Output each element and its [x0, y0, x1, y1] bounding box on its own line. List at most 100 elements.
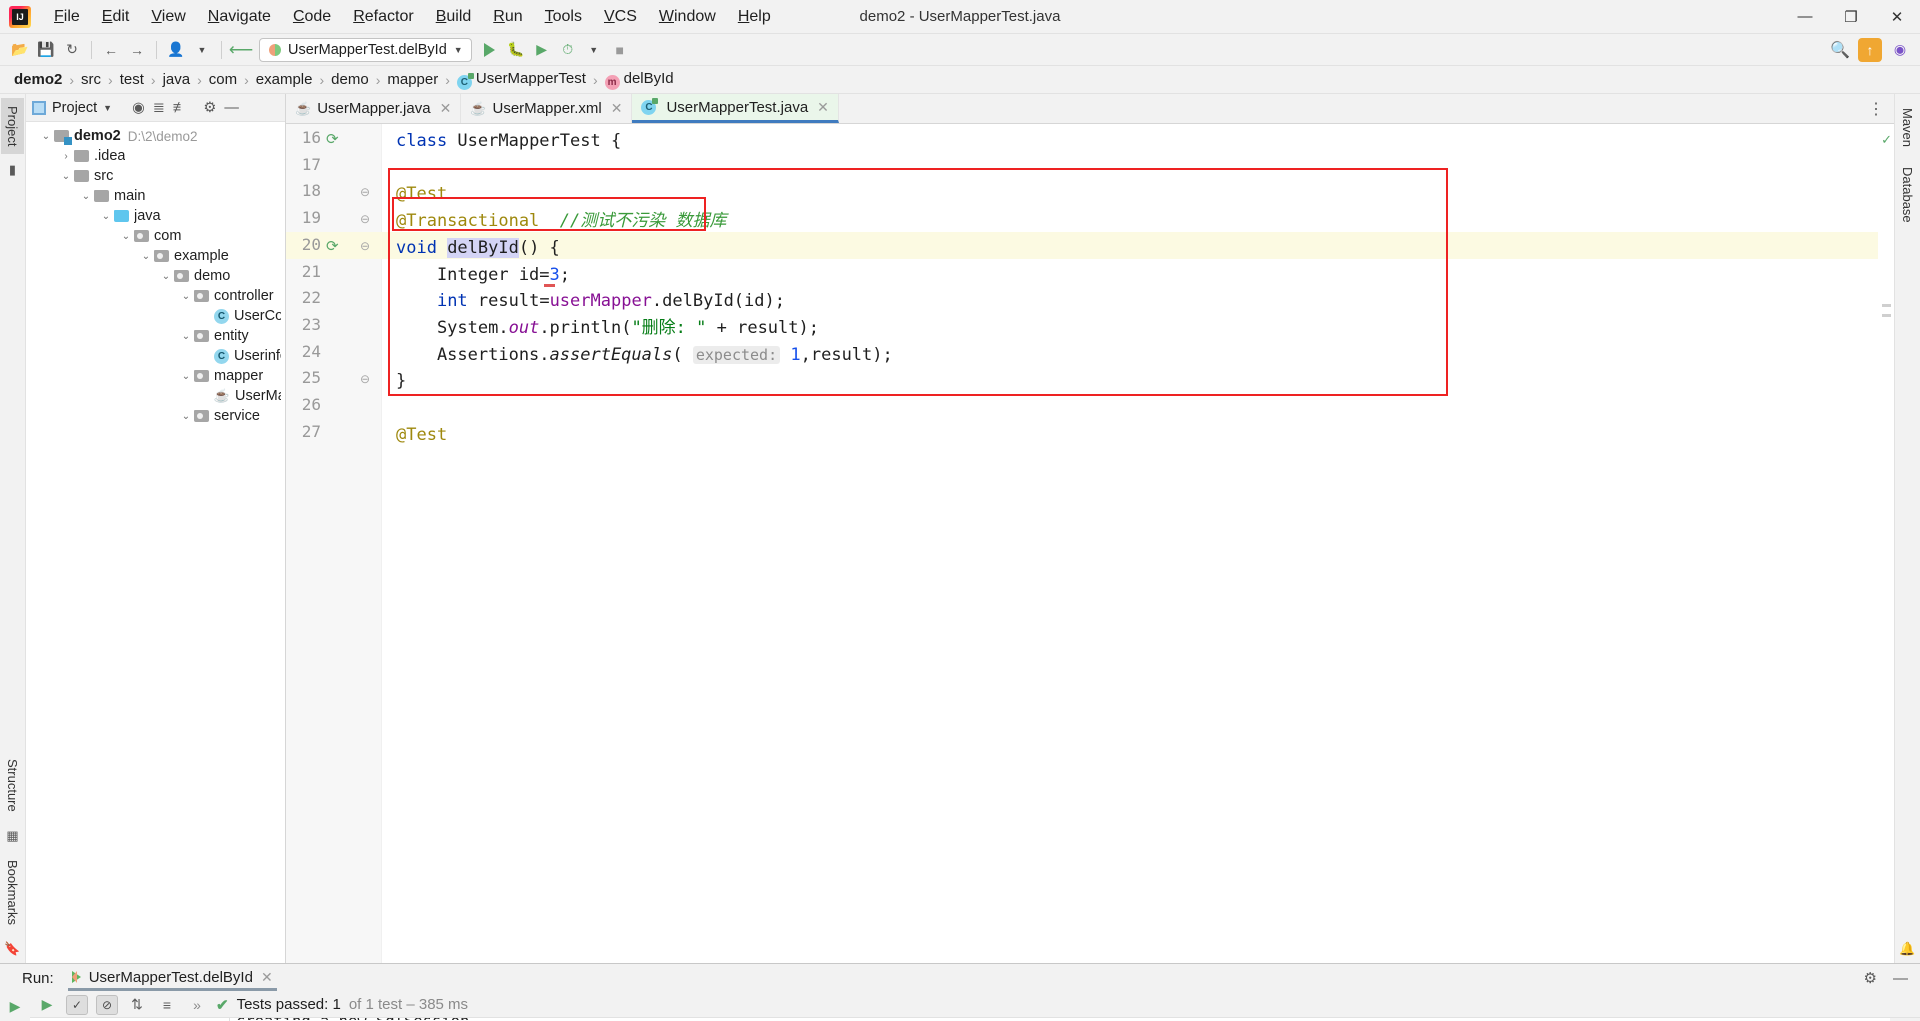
- run-left-toolbar[interactable]: ▶ ↻ ◻ 🔧 ⇲ ☰ 📌: [0, 992, 30, 1021]
- chevron-down-icon[interactable]: ▼: [190, 38, 214, 62]
- breadcrumb-item-demo2[interactable]: demo2: [10, 70, 66, 89]
- menu-edit[interactable]: Edit: [91, 4, 141, 30]
- code-line[interactable]: @Test: [396, 422, 447, 449]
- notifications-icon[interactable]: 🔔: [1899, 935, 1915, 963]
- hide-ignored-icon[interactable]: ⊘: [96, 994, 118, 1015]
- tree-item-com[interactable]: ⌄ com: [26, 226, 285, 246]
- minimize-button[interactable]: —: [1782, 0, 1828, 33]
- debug-button[interactable]: 🐛: [504, 38, 528, 62]
- editor-tab-bar[interactable]: ☕ UserMapper.java ✕ ☕ UserMapper.xml ✕ C UserMa…: [286, 94, 1894, 124]
- menu-bar[interactable]: File Edit View Navigate Code Refactor Build Run…: [43, 4, 782, 30]
- settings-gear-icon[interactable]: ⚙: [203, 100, 216, 116]
- collapse-all-icon[interactable]: ≢: [173, 100, 188, 116]
- tree-expand-arrow[interactable]: ⌄: [118, 231, 134, 242]
- main-toolbar[interactable]: 📂 💾 ↻ ← → 👤 ▼ ⟵ UserMapperTest.delById ▼…: [0, 34, 1920, 66]
- editor-right-gutter[interactable]: ✓: [1878, 124, 1894, 963]
- code-line[interactable]: @Test: [396, 181, 447, 208]
- sync-refresh-icon[interactable]: ↻: [60, 38, 84, 62]
- menu-navigate[interactable]: Navigate: [197, 4, 282, 30]
- breadcrumb-item-java[interactable]: java: [159, 70, 195, 89]
- chevron-down-icon[interactable]: ▼: [582, 38, 606, 62]
- updates-icon[interactable]: ↑: [1858, 37, 1882, 62]
- tree-expand-arrow[interactable]: ⌄: [178, 411, 194, 422]
- breadcrumb-item-example[interactable]: example: [252, 70, 317, 89]
- menu-view[interactable]: View: [140, 4, 196, 30]
- code-fold-icon[interactable]: ⊖: [360, 239, 370, 253]
- locate-icon[interactable]: ◉: [132, 100, 145, 116]
- sidebar-item-maven[interactable]: Maven: [1896, 100, 1919, 155]
- menu-window[interactable]: Window: [648, 4, 727, 30]
- editor-area[interactable]: 16⟳1718⊖19⊖20⟳⊖💡2122232425⊖2627 class Us…: [286, 124, 1894, 963]
- menu-refactor[interactable]: Refactor: [342, 4, 424, 30]
- right-tool-rail[interactable]: Maven Database 🔔: [1894, 94, 1920, 963]
- tree-item-example[interactable]: ⌄ example: [26, 246, 285, 266]
- run-tab[interactable]: UserMapperTest.delById ✕: [67, 966, 277, 991]
- run-test-gutter-icon[interactable]: ⟳: [326, 237, 339, 255]
- tree-item-mapper[interactable]: ⌄ mapper: [26, 366, 285, 386]
- expand-icon[interactable]: »: [186, 997, 208, 1013]
- breadcrumb-item-demo[interactable]: demo: [327, 70, 373, 89]
- back-arrow-icon[interactable]: ←: [99, 38, 123, 62]
- stop-button[interactable]: ■: [608, 38, 632, 62]
- run-header-actions[interactable]: ⚙ —: [1864, 969, 1920, 988]
- close-button[interactable]: ✕: [1874, 0, 1920, 33]
- menu-code[interactable]: Code: [282, 4, 342, 30]
- user-avatar-icon[interactable]: 👤: [164, 38, 188, 62]
- code-line[interactable]: Assertions.assertEquals( expected: 1,res…: [396, 342, 893, 369]
- menu-help[interactable]: Help: [727, 4, 782, 30]
- breadcrumb-item-mapper[interactable]: mapper: [383, 70, 442, 89]
- breadcrumb-item-src[interactable]: src: [77, 70, 105, 89]
- more-options-icon[interactable]: ⋮: [1858, 94, 1894, 123]
- menu-run[interactable]: Run: [482, 4, 533, 30]
- project-tree[interactable]: ⌄ demo2 D:\2\demo2 › .idea ⌄ src ⌄ main ⌄ java ⌄ com…: [26, 122, 285, 963]
- run-with-coverage-button[interactable]: ▶: [530, 38, 554, 62]
- sidebar-item-project[interactable]: Project: [1, 98, 24, 155]
- commit-icon[interactable]: ▮: [9, 156, 16, 184]
- code-line[interactable]: System.out.println("删除: " + result);: [396, 315, 819, 342]
- editor-tab-usermapperjava[interactable]: ☕ UserMapper.java ✕: [286, 94, 462, 123]
- code-line[interactable]: class UserMapperTest {: [396, 128, 621, 155]
- editor-tab-usermapperxml[interactable]: ☕ UserMapper.xml ✕: [461, 94, 633, 123]
- code-line[interactable]: int result=userMapper.delById(id);: [396, 288, 785, 315]
- settings-gear-icon[interactable]: ⚙: [1864, 969, 1877, 987]
- show-passed-icon[interactable]: ✓: [66, 994, 88, 1015]
- tree-expand-arrow[interactable]: ⌄: [178, 371, 194, 382]
- tree-expand-arrow[interactable]: ⌄: [98, 211, 114, 222]
- run-button[interactable]: [478, 38, 502, 62]
- vcs-update-icon[interactable]: ⟵: [229, 38, 253, 62]
- editor-gutter[interactable]: 16⟳1718⊖19⊖20⟳⊖💡2122232425⊖2627: [286, 124, 399, 963]
- toolbar-right-group[interactable]: 🔍 ↑ ◉: [1828, 37, 1912, 62]
- close-icon[interactable]: ✕: [440, 100, 452, 117]
- menu-vcs[interactable]: VCS: [593, 4, 648, 30]
- menu-build[interactable]: Build: [425, 4, 483, 30]
- hide-window-icon[interactable]: —: [1893, 970, 1908, 987]
- tree-item-demo2[interactable]: ⌄ demo2 D:\2\demo2: [26, 126, 285, 146]
- tree-expand-arrow[interactable]: ⌄: [178, 291, 194, 302]
- tree-item-entity[interactable]: ⌄ entity: [26, 326, 285, 346]
- breadcrumb-item-test[interactable]: test: [116, 70, 148, 89]
- window-controls[interactable]: — ❐ ✕: [1782, 0, 1920, 33]
- ide-assistant-icon[interactable]: ◉: [1888, 38, 1912, 62]
- left-tool-rail[interactable]: Project ▮ Structure ▦ Bookmarks 🔖: [0, 94, 26, 963]
- sort-duration-icon[interactable]: ≡: [156, 997, 178, 1013]
- tree-item-idea[interactable]: › .idea: [26, 146, 285, 166]
- breadcrumb-item-usermappertest[interactable]: C UserMapperTest: [453, 69, 590, 91]
- structure-icon[interactable]: ▦: [6, 822, 18, 850]
- code-fold-icon[interactable]: ⊖: [360, 212, 370, 226]
- open-folder-icon[interactable]: 📂: [8, 38, 32, 62]
- run-again-icon[interactable]: ▶: [36, 996, 58, 1013]
- tree-item-usercontroller[interactable]: C UserController: [26, 306, 285, 326]
- tree-expand-arrow[interactable]: ⌄: [138, 251, 154, 262]
- close-icon[interactable]: ✕: [817, 99, 829, 116]
- run-window-header[interactable]: Run: UserMapperTest.delById ✕ ⚙ —: [0, 964, 1920, 992]
- profile-button[interactable]: ⏱: [556, 38, 580, 62]
- tree-expand-arrow[interactable]: ⌄: [78, 191, 94, 202]
- bookmarks-icon[interactable]: 🔖: [4, 935, 20, 963]
- close-icon[interactable]: ✕: [261, 969, 273, 986]
- sort-alphabetically-icon[interactable]: ⇅: [126, 996, 148, 1013]
- code-fold-icon[interactable]: ⊖: [360, 185, 370, 199]
- tree-expand-arrow[interactable]: ⌄: [38, 131, 54, 142]
- search-everywhere-icon[interactable]: 🔍: [1828, 38, 1852, 62]
- sidebar-item-database[interactable]: Database: [1896, 159, 1919, 231]
- tree-item-main[interactable]: ⌄ main: [26, 186, 285, 206]
